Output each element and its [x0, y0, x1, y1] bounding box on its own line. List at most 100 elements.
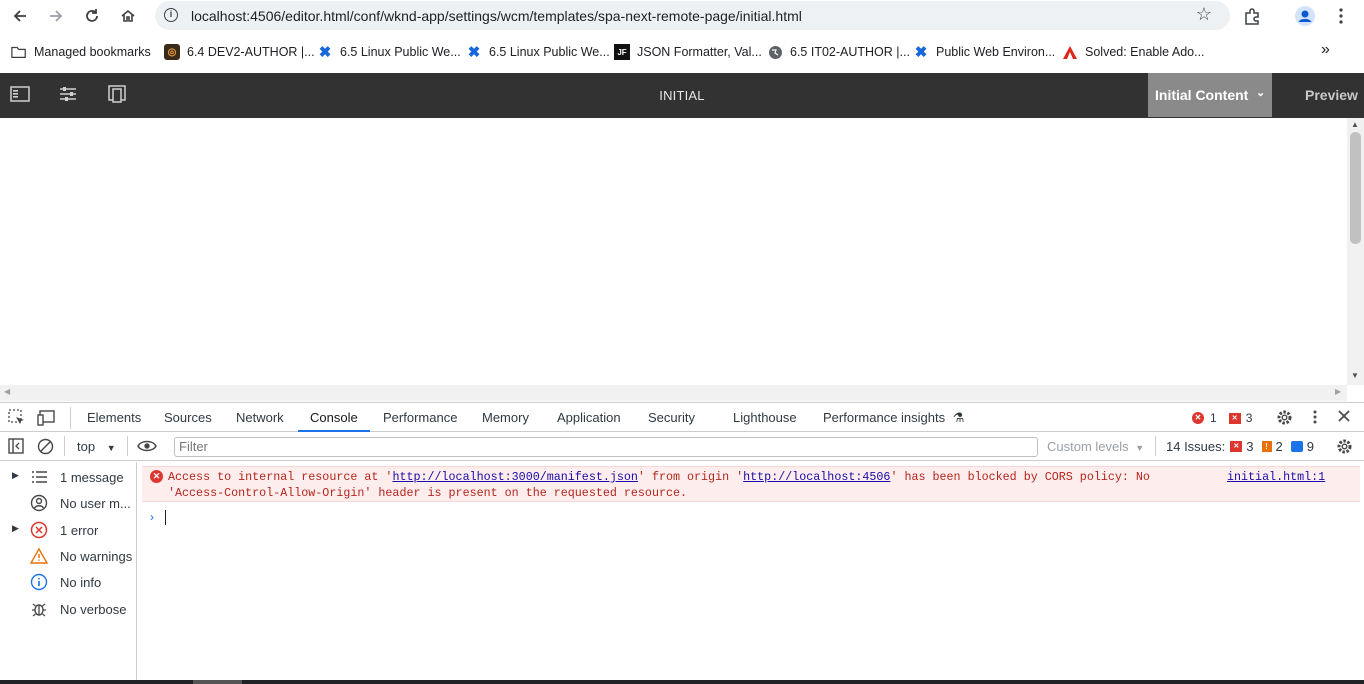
page-canvas[interactable]	[0, 118, 1347, 386]
sidebar-item-label: 1 message	[60, 470, 124, 485]
bookmark-star-icon[interactable]: ☆	[1196, 4, 1212, 25]
scroll-right-icon[interactable]: ▶	[1335, 387, 1341, 396]
sidebar-item-label: No warnings	[60, 549, 133, 564]
extensions-icon[interactable]	[1240, 4, 1264, 28]
reload-icon[interactable]	[80, 4, 104, 28]
address-bar[interactable]: i localhost:4506/editor.html/conf/wknd-a…	[155, 1, 1230, 30]
error-icon: ✕	[1192, 412, 1204, 424]
mode-selector-button[interactable]: Initial Content ⌄	[1148, 73, 1272, 117]
bookmark-label: 6.4 DEV2-AUTHOR |...	[187, 45, 315, 59]
devtools-menu-icon[interactable]	[1313, 410, 1317, 427]
tab-performance[interactable]: Performance	[383, 410, 457, 425]
issues-info-count: 9	[1306, 439, 1314, 454]
bookmark-label: 6.5 Linux Public We...	[340, 45, 461, 59]
bookmarks-bar: Managed bookmarks ◎ 6.4 DEV2-AUTHOR |...…	[0, 38, 1364, 66]
bookmark-item[interactable]: ✖ 6.5 Linux Public We...	[317, 44, 461, 61]
tab-console[interactable]: Console	[310, 410, 358, 425]
context-selector[interactable]: top ▼	[77, 439, 116, 454]
tab-application[interactable]: Application	[557, 410, 621, 425]
bookmark-label: 6.5 Linux Public We...	[489, 45, 610, 59]
expand-arrow-icon[interactable]: ▶	[12, 523, 19, 534]
profile-icon[interactable]	[1293, 4, 1317, 28]
scroll-down-icon[interactable]: ▼	[1351, 371, 1359, 380]
sidebar-item-info[interactable]: No info	[0, 570, 136, 594]
inspect-element-icon[interactable]	[8, 409, 26, 430]
aem-icon: ◎	[164, 44, 180, 60]
manifest-link[interactable]: http://localhost:3000/manifest.json	[392, 470, 637, 484]
tab-lighthouse[interactable]: Lighthouse	[733, 410, 797, 425]
adobe-icon	[1062, 44, 1078, 60]
console-settings-gear-icon[interactable]	[1335, 437, 1354, 459]
error-source-link[interactable]: initial.html:1	[1227, 470, 1325, 484]
close-devtools-icon[interactable]	[1337, 409, 1351, 426]
error-text: ' from origin '	[637, 470, 744, 484]
error-text: Access to internal resource at '	[168, 470, 393, 484]
browser-menu-icon[interactable]	[1329, 4, 1353, 28]
editor-header: INITIAL Initial Content ⌄ Preview	[0, 73, 1364, 118]
window-bottom-edge	[0, 680, 1364, 684]
error-counter[interactable]: ✕ 1 ✕ 3	[1192, 411, 1252, 425]
origin-link[interactable]: http://localhost:4506	[743, 470, 890, 484]
divider	[127, 436, 128, 456]
sidebar-item-errors[interactable]: ▶ 1 error	[0, 518, 136, 542]
bookmark-item[interactable]: Solved: Enable Ado...	[1062, 44, 1205, 60]
url-text[interactable]: localhost:4506/editor.html/conf/wknd-app…	[191, 8, 802, 24]
tab-sources[interactable]: Sources	[164, 410, 212, 425]
bookmark-item[interactable]: 6.5 IT02-AUTHOR |...	[767, 44, 910, 60]
log-levels-label: Custom levels	[1047, 439, 1129, 454]
issue-warning-icon: !	[1261, 441, 1272, 452]
sidebar-item-messages[interactable]: ▶ 1 message	[0, 465, 136, 489]
console-output: ✕ Access to internal resource at 'http:/…	[138, 462, 1364, 680]
sidebar-item-user-messages[interactable]: No user m...	[0, 491, 136, 515]
back-icon[interactable]	[8, 4, 32, 28]
sidebar-item-label: No verbose	[60, 602, 127, 617]
bookmark-item[interactable]: ✖ 6.5 Linux Public We...	[466, 44, 610, 61]
settings-gear-icon[interactable]	[1275, 408, 1294, 430]
more-bookmarks-icon[interactable]: »	[1321, 41, 1330, 58]
expand-arrow-icon[interactable]: ▶	[12, 470, 19, 481]
bookmark-item[interactable]: JF JSON Formatter, Val...	[614, 44, 762, 60]
horizontal-scrollbar[interactable]: ◀ ▶	[0, 385, 1347, 401]
forward-icon[interactable]	[44, 4, 68, 28]
issues-counter[interactable]: 14 Issues: ✕ 3 ! 2 9	[1166, 439, 1314, 454]
tab-security[interactable]: Security	[648, 410, 695, 425]
scroll-left-icon[interactable]: ◀	[4, 387, 10, 396]
tab-elements[interactable]: Elements	[87, 410, 141, 425]
divider	[1155, 436, 1156, 456]
chevron-down-icon: ⌄	[1256, 87, 1266, 99]
confluence-icon: ✖	[318, 44, 332, 61]
sidebar-item-label: No info	[60, 575, 102, 590]
chevron-down-icon: ▼	[106, 443, 116, 453]
preview-button[interactable]: Preview	[1305, 87, 1358, 103]
divider	[70, 407, 71, 429]
tab-network[interactable]: Network	[236, 410, 284, 425]
site-info-icon[interactable]: i	[164, 8, 178, 22]
home-icon[interactable]	[116, 4, 140, 28]
error-text: ' has been blocked by CORS policy: No	[890, 470, 1150, 484]
vertical-scrollbar[interactable]: ▲ ▼	[1347, 118, 1364, 385]
bookmark-managed[interactable]: Managed bookmarks	[11, 44, 151, 60]
live-expression-eye-icon[interactable]	[137, 439, 157, 456]
sidebar-item-warnings[interactable]: No warnings	[0, 544, 136, 568]
bookmark-item[interactable]: ✖ Public Web Environ...	[913, 44, 1056, 61]
log-levels-dropdown[interactable]: Custom levels ▼	[1047, 439, 1144, 454]
error-count: 1	[1210, 411, 1217, 425]
tab-memory[interactable]: Memory	[482, 410, 529, 425]
scroll-thumb[interactable]	[1350, 132, 1361, 244]
device-toolbar-icon[interactable]	[37, 409, 57, 430]
bug-icon	[30, 600, 48, 618]
divider	[64, 436, 65, 456]
console-input-caret[interactable]	[165, 510, 166, 525]
console-toolbar: top ▼ Filter Custom levels ▼ 14 Issues: …	[0, 432, 1364, 461]
filter-input[interactable]: Filter	[174, 437, 1038, 457]
sidebar-item-verbose[interactable]: No verbose	[0, 597, 136, 621]
sidebar-toggle-icon[interactable]	[8, 438, 24, 457]
clear-console-icon[interactable]	[37, 438, 54, 458]
bookmark-label: Solved: Enable Ado...	[1085, 45, 1205, 59]
scroll-up-icon[interactable]: ▲	[1351, 120, 1359, 129]
tab-performance-insights[interactable]: Performance insights ⚗	[823, 410, 964, 426]
console-error-message[interactable]: ✕ Access to internal resource at 'http:/…	[142, 466, 1360, 502]
bookmark-label: JSON Formatter, Val...	[637, 45, 762, 59]
bookmark-item[interactable]: ◎ 6.4 DEV2-AUTHOR |...	[164, 44, 315, 60]
error-icon: ✕	[150, 470, 163, 483]
